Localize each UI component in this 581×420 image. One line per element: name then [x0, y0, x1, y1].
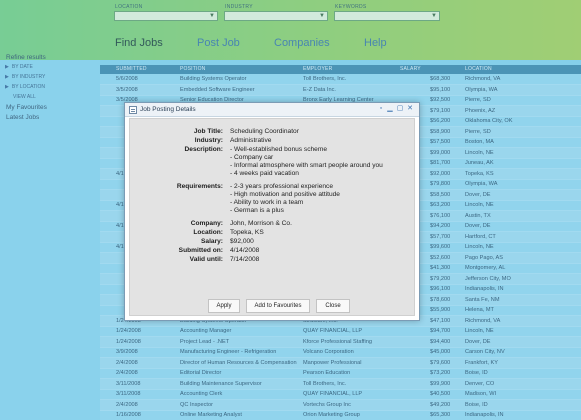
submitted-value: 4/14/2008 [230, 247, 260, 254]
location-value: Topeka, KS [230, 229, 264, 236]
company-label: Company: [190, 220, 223, 227]
company-value: John, Morrison & Co. [230, 220, 292, 227]
description-label: Description: [184, 146, 223, 153]
salary-value: $92,000 [230, 238, 254, 245]
apply-button[interactable]: Apply [208, 299, 240, 313]
dialog-titlebar[interactable]: Job Posting Details ▫ ▁ ▢ ✕ [125, 103, 419, 117]
add-to-favourites-button[interactable]: Add to Favourites [246, 299, 310, 313]
valid-until-value: 7/14/2008 [230, 256, 260, 263]
valid-until-label: Valid until: [189, 256, 223, 263]
minimize-icon[interactable]: ▁ [386, 105, 394, 113]
description-line: - 4 weeks paid vacation [230, 170, 299, 177]
requirements-label: Requirements: [176, 183, 223, 190]
requirement-line: - High motivation and positive attitude [230, 191, 340, 198]
close-icon[interactable]: ✕ [406, 105, 414, 113]
industry-value: Administrative [230, 137, 272, 144]
job-title-label: Job Title: [193, 128, 223, 135]
document-icon [129, 106, 137, 114]
location-label: Location: [193, 229, 223, 236]
dialog-title: Job Posting Details [140, 106, 196, 113]
salary-label: Salary: [201, 238, 223, 245]
maximize-icon[interactable]: ▢ [396, 105, 404, 113]
requirement-line: - German is a plus [230, 207, 284, 214]
description-line: - Company car [230, 154, 274, 161]
dialog-body: Job Title: Scheduling Coordinator Indust… [129, 118, 415, 316]
requirement-line: - 2-3 years professional experience [230, 183, 333, 190]
close-button[interactable]: Close [316, 299, 350, 313]
requirement-line: - Ability to work in a team [230, 199, 304, 206]
submitted-label: Submitted on: [178, 247, 223, 254]
restore-icon[interactable]: ▫ [377, 105, 385, 113]
industry-label: Industry: [194, 137, 223, 144]
job-details-dialog: Job Posting Details ▫ ▁ ▢ ✕ Job Title: S… [124, 102, 420, 321]
description-line: - Well-established bonus scheme [230, 146, 328, 153]
job-title-value: Scheduling Coordinator [230, 128, 299, 135]
description-line: - Informal atmosphere with smart people … [230, 162, 383, 169]
